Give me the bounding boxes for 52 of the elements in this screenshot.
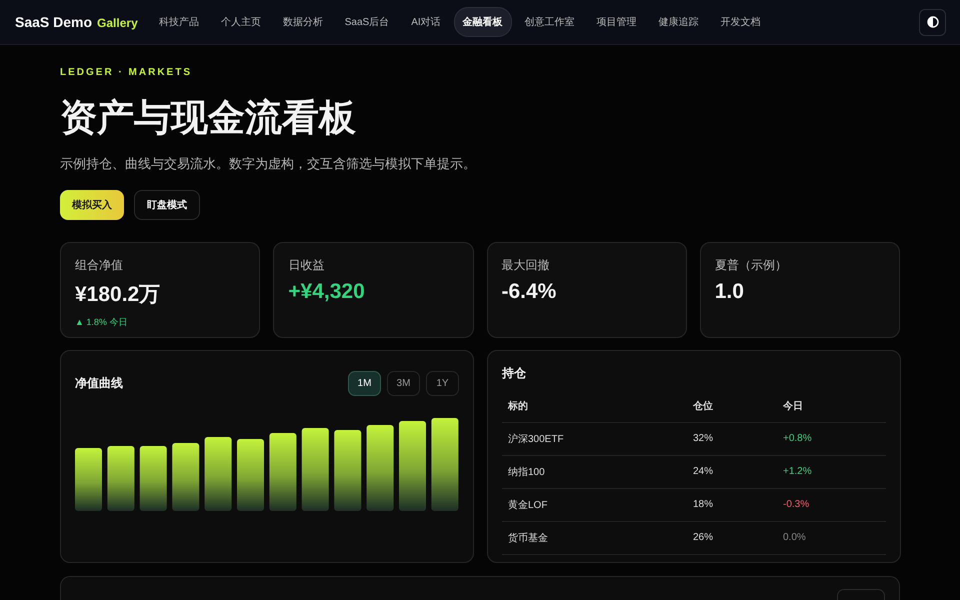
stat-note: ▲ 1.8% 今日 bbox=[75, 316, 128, 329]
section-eyebrow: LEDGER · MARKETS bbox=[60, 67, 193, 78]
nav-link[interactable]: 金融看板 bbox=[454, 7, 512, 37]
table-cell: 24% bbox=[687, 455, 777, 488]
stat-value: 1.0 bbox=[714, 280, 745, 304]
table-cell: 货币基金 bbox=[502, 521, 687, 554]
nav-link[interactable]: 个人主页 bbox=[212, 7, 270, 37]
page-title: 资产与现金流看板 bbox=[60, 98, 357, 139]
column-header: 今日 bbox=[777, 390, 886, 422]
chart-bar bbox=[75, 448, 102, 511]
nav-link[interactable]: SaaS后台 bbox=[336, 7, 398, 37]
stat-label: 日收益 bbox=[288, 256, 326, 274]
column-header: 仓位 bbox=[687, 390, 777, 422]
table-cell: 26% bbox=[687, 521, 777, 554]
watch-mode-button[interactable]: 盯盘模式 bbox=[134, 190, 200, 220]
stat-label: 组合净值 bbox=[75, 256, 124, 274]
range-tab[interactable]: 3M bbox=[387, 370, 420, 396]
table-cell: 0.0% bbox=[777, 521, 886, 554]
table-cell: 32% bbox=[687, 422, 777, 456]
stat-value: -6.4% bbox=[502, 280, 558, 304]
stat-label: 最大回撤 bbox=[502, 256, 550, 274]
nav-link[interactable]: 项目管理 bbox=[588, 7, 646, 37]
stat-value: +¥4,320 bbox=[288, 280, 366, 304]
brand-name[interactable]: SaaS Demo bbox=[15, 14, 92, 30]
chart-title: 净值曲线 bbox=[75, 374, 123, 392]
nav-link[interactable]: AI对话 bbox=[402, 7, 450, 37]
stat-value: ¥180.2万 bbox=[75, 282, 162, 308]
table-cell: 18% bbox=[687, 488, 777, 522]
contrast-icon bbox=[926, 16, 938, 28]
nav-link[interactable]: 数据分析 bbox=[274, 7, 332, 37]
column-header: 标的 bbox=[502, 390, 687, 422]
table-cell: -0.3% bbox=[777, 488, 886, 522]
brand-tag: Gallery bbox=[97, 16, 138, 30]
nav-link[interactable]: 健康追踪 bbox=[650, 7, 708, 37]
table-cell: 纳指100 bbox=[502, 455, 687, 488]
stat-label: 夏普（示例） bbox=[714, 256, 788, 274]
holdings-title: 持仓 bbox=[502, 364, 527, 382]
nav-link[interactable]: 创意工作室 bbox=[516, 7, 584, 37]
range-tab[interactable]: 1Y bbox=[426, 370, 459, 396]
table-cell: +1.2% bbox=[777, 455, 886, 488]
nav-link[interactable]: 开发文档 bbox=[712, 7, 770, 37]
nav-link[interactable]: 科技产品 bbox=[150, 7, 208, 37]
chart-bar bbox=[140, 446, 167, 511]
buy-button[interactable]: 模拟买入 bbox=[60, 190, 124, 220]
table-cell: +0.8% bbox=[777, 422, 886, 456]
table-cell: 沪深300ETF bbox=[502, 422, 687, 456]
theme-toggle-button[interactable] bbox=[919, 8, 946, 36]
chart-bar bbox=[107, 446, 134, 511]
page-subtitle: 示例持仓、曲线与交易流水。数字为虚构，交互含筛选与模拟下单提示。 bbox=[60, 154, 477, 173]
chart-bar bbox=[172, 442, 200, 511]
range-tab[interactable]: 1M bbox=[348, 370, 381, 396]
table-cell: 黄金LOF bbox=[502, 488, 687, 522]
